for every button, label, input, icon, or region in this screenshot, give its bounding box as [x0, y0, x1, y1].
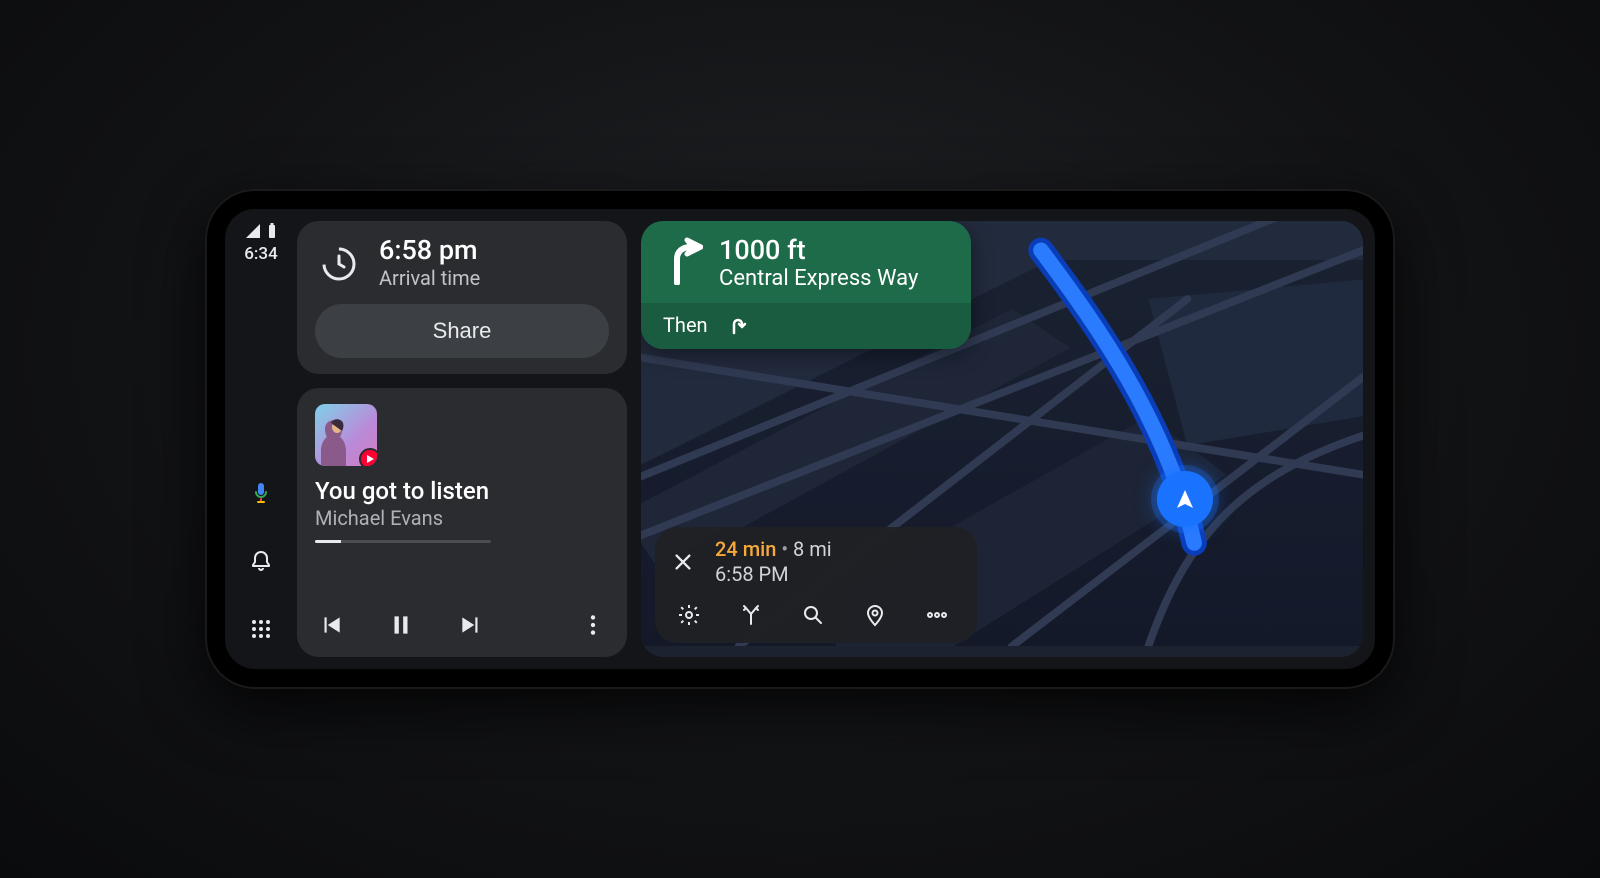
- close-icon: [672, 551, 694, 573]
- pause-icon: [388, 612, 414, 638]
- next-track-button[interactable]: [455, 609, 487, 641]
- notifications-button[interactable]: [239, 539, 283, 583]
- bell-icon: [249, 549, 273, 573]
- play-pause-button[interactable]: [385, 609, 417, 641]
- uturn-left-icon: [724, 313, 748, 337]
- screen: 6:34: [225, 209, 1375, 669]
- next-turn-row: Then: [641, 303, 971, 349]
- more-vert-icon: [580, 612, 606, 638]
- arrival-clock-icon: [315, 240, 363, 288]
- share-trip-button[interactable]: Share: [315, 304, 609, 358]
- album-art[interactable]: [315, 404, 377, 466]
- trip-line-1: 24 min • 8 mi: [715, 537, 832, 562]
- vehicle-position-puck: [1157, 471, 1213, 527]
- trip-separator: •: [781, 537, 788, 561]
- media-source-badge-icon: [359, 448, 377, 466]
- skip-next-icon: [458, 612, 484, 638]
- media-controls: [315, 591, 609, 641]
- arrival-card: 6:58 pm Arrival time Share: [297, 221, 627, 374]
- status-clock: 6:34: [244, 244, 277, 264]
- previous-track-button[interactable]: [315, 609, 347, 641]
- battery-icon: [268, 223, 276, 238]
- signal-icon: [246, 224, 262, 238]
- app-launcher-button[interactable]: [239, 607, 283, 651]
- assistant-button[interactable]: [239, 471, 283, 515]
- status-area: 6:34: [244, 223, 277, 264]
- arrival-time: 6:58 pm: [379, 237, 480, 264]
- status-icons: [246, 223, 276, 238]
- trip-distance: 8 mi: [793, 537, 832, 561]
- search-icon: [801, 603, 825, 627]
- media-progress[interactable]: [315, 540, 491, 543]
- turn-distance: 1000 ft: [719, 237, 918, 264]
- media-overflow-button[interactable]: [577, 609, 609, 641]
- alternate-routes-button[interactable]: [737, 601, 765, 629]
- map-tools: [669, 595, 957, 629]
- trip-eta-minutes: 24 min: [715, 537, 776, 561]
- trip-eta-clock: 6:58 PM: [715, 562, 832, 587]
- pin-icon: [863, 603, 887, 627]
- cards-column: 6:58 pm Arrival time Share You got to li…: [297, 209, 627, 669]
- navigation-arrow-icon: [1173, 487, 1197, 511]
- media-card: You got to listen Michael Evans: [297, 388, 627, 657]
- microphone-icon: [249, 481, 273, 505]
- vehicle-display: 6:34: [205, 189, 1395, 689]
- arrival-label: Arrival time: [379, 266, 480, 290]
- apps-grid-icon: [249, 617, 273, 641]
- turn-right-icon: [663, 237, 703, 285]
- then-label: Then: [663, 313, 708, 337]
- trip-summary-bar: 24 min • 8 mi 6:58 PM: [655, 527, 977, 643]
- map-more-button[interactable]: [923, 601, 951, 629]
- skip-previous-icon: [318, 612, 344, 638]
- map-settings-button[interactable]: [675, 601, 703, 629]
- turn-road: Central Express Way: [719, 266, 918, 291]
- end-navigation-button[interactable]: [669, 548, 697, 576]
- map-search-button[interactable]: [799, 601, 827, 629]
- system-rail: 6:34: [225, 209, 297, 669]
- track-artist: Michael Evans: [315, 506, 609, 530]
- routes-icon: [739, 603, 763, 627]
- more-horiz-icon: [925, 603, 949, 627]
- turn-card[interactable]: 1000 ft Central Express Way Then: [641, 221, 971, 349]
- gear-icon: [677, 603, 701, 627]
- track-title: You got to listen: [315, 478, 609, 504]
- map-places-button[interactable]: [861, 601, 889, 629]
- map-view[interactable]: 1000 ft Central Express Way Then: [641, 221, 1363, 657]
